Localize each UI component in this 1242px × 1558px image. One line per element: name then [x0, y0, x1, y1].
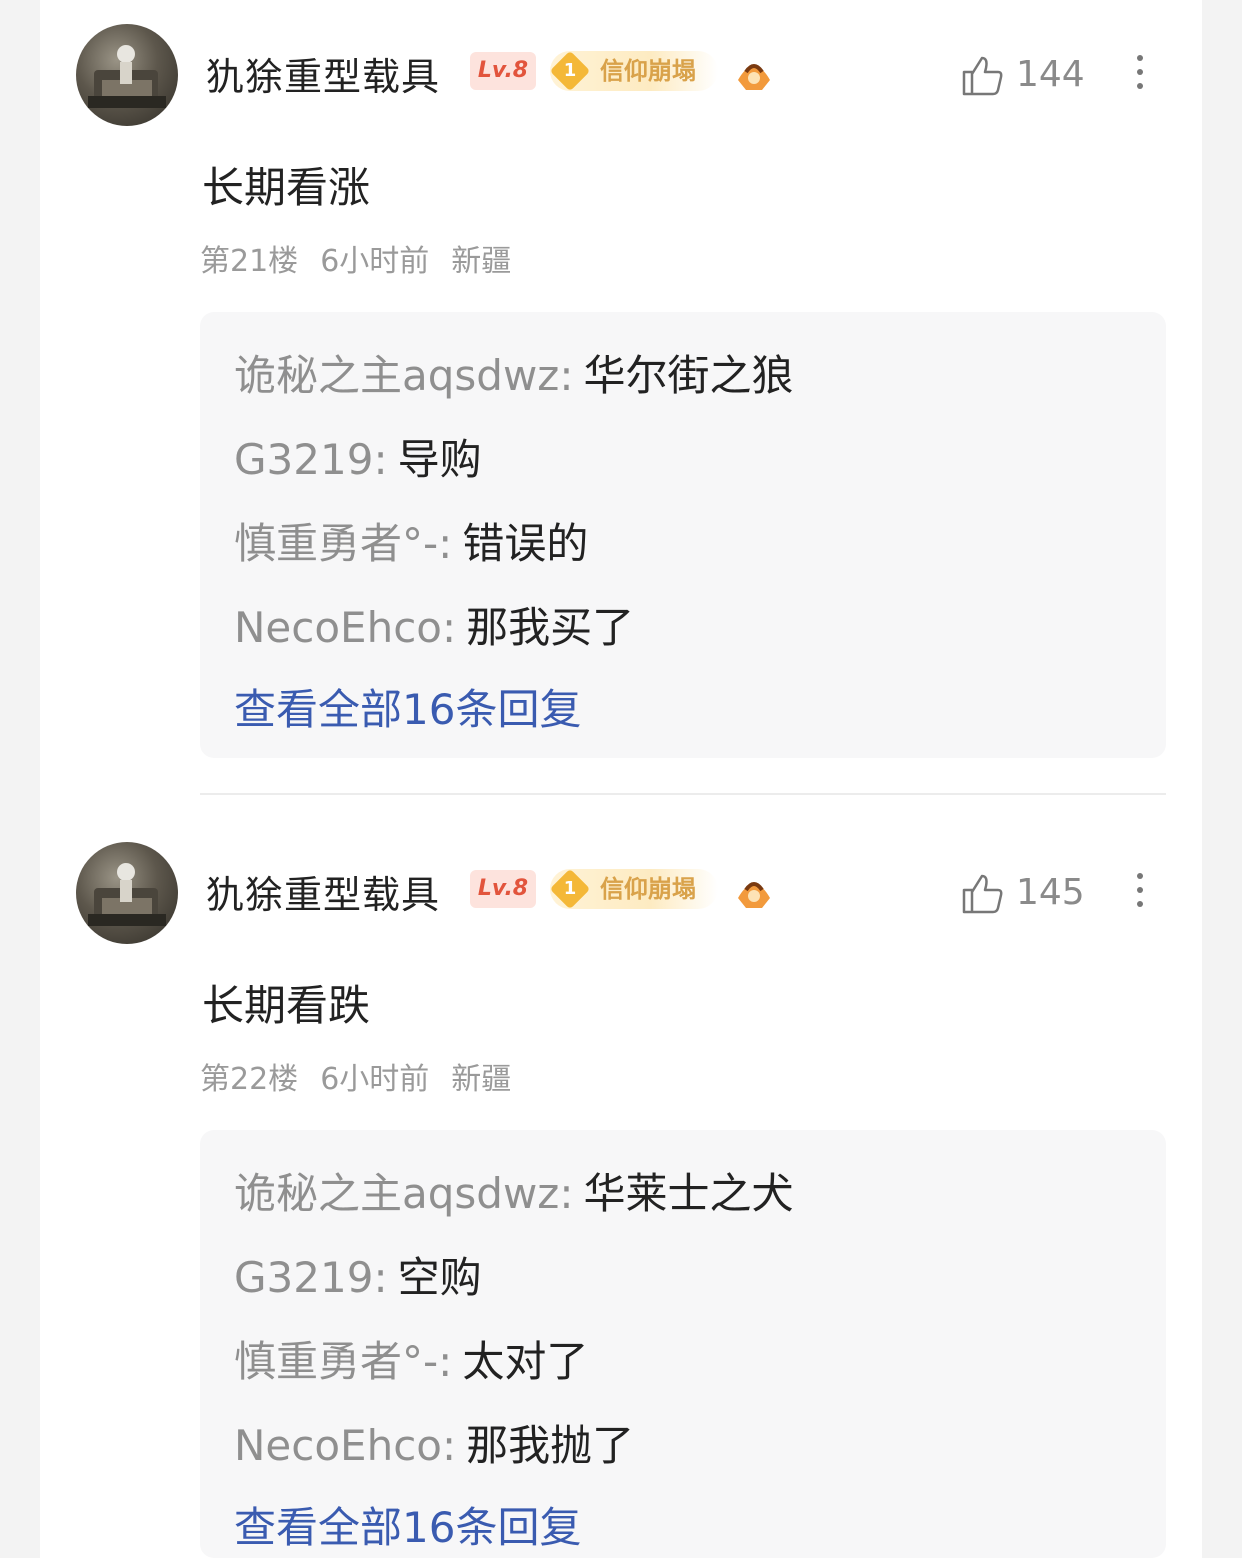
faith-badge[interactable]: 1 信仰崩塌	[549, 868, 718, 910]
faith-badge[interactable]: 1 信仰崩塌	[549, 50, 718, 92]
post-time: 6小时前	[320, 1062, 430, 1097]
reply-item: G3219: 导购	[234, 435, 482, 484]
reply-author[interactable]: NecoEhco	[234, 1421, 442, 1470]
thumbs-up-icon	[962, 874, 1003, 914]
username[interactable]: 犰狳重型载具	[206, 46, 440, 101]
post-time: 6小时前	[320, 244, 430, 279]
reply-item: 慎重勇者°-: 太对了	[234, 1337, 589, 1386]
medal-icon	[738, 64, 770, 90]
level-badge: Lv.8	[470, 870, 536, 908]
comment-meta: 第22楼 6小时前 新疆	[200, 1054, 533, 1098]
reply-author[interactable]: NecoEhco	[234, 603, 442, 652]
like-button[interactable]: 144	[960, 50, 1100, 100]
divider	[200, 793, 1166, 795]
view-all-replies-link[interactable]: 查看全部16条回复	[234, 1494, 581, 1555]
thumbs-up-icon	[962, 56, 1003, 96]
faith-badge-label: 信仰崩塌	[600, 875, 696, 903]
reply-item: 诡秘之主aqsdwz: 华莱士之犬	[234, 1169, 794, 1218]
comment-text: 长期看涨	[202, 163, 371, 212]
level-badge: Lv.8	[470, 52, 536, 90]
username[interactable]: 犰狳重型载具	[206, 864, 440, 919]
floor-number: 第21楼	[200, 244, 299, 279]
reply-item: NecoEhco: 那我抛了	[234, 1421, 635, 1470]
reply-text: 华莱士之犬	[583, 1169, 794, 1218]
comment-text: 长期看跌	[202, 981, 371, 1030]
reply-text: 错误的	[462, 519, 589, 568]
reply-preview-box[interactable]: 诡秘之主aqsdwz: 华尔街之狼 G3219: 导购 慎重勇者°-: 错误的 Nec…	[200, 312, 1166, 758]
like-count: 145	[1016, 872, 1085, 913]
reply-text: 华尔街之狼	[583, 351, 794, 400]
reply-item: NecoEhco: 那我买了	[234, 603, 635, 652]
location: 新疆	[451, 244, 512, 279]
reply-text: 导购	[397, 435, 482, 484]
like-button[interactable]: 145	[960, 868, 1100, 918]
reply-text: 那我抛了	[466, 1421, 635, 1470]
view-all-replies-link[interactable]: 查看全部16条回复	[234, 676, 581, 737]
faith-badge-label: 信仰崩塌	[600, 57, 696, 85]
medal-icon	[738, 882, 770, 908]
reply-author[interactable]: G3219	[234, 1253, 373, 1302]
floor-number: 第22楼	[200, 1062, 299, 1097]
reply-author[interactable]: 诡秘之主aqsdwz	[234, 351, 559, 400]
reply-author[interactable]: G3219	[234, 435, 373, 484]
faith-badge-number: 1	[563, 878, 577, 899]
location: 新疆	[451, 1062, 512, 1097]
reply-text: 太对了	[462, 1337, 589, 1386]
reply-text: 空购	[397, 1253, 482, 1302]
comment-meta: 第21楼 6小时前 新疆	[200, 236, 533, 280]
reply-author[interactable]: 慎重勇者°-	[234, 1337, 438, 1386]
reply-item: G3219: 空购	[234, 1253, 482, 1302]
reply-author[interactable]: 诡秘之主aqsdwz	[234, 1169, 559, 1218]
avatar[interactable]	[76, 24, 178, 126]
reply-preview-box[interactable]: 诡秘之主aqsdwz: 华莱士之犬 G3219: 空购 慎重勇者°-: 太对了 Nec…	[200, 1130, 1166, 1558]
more-vertical-icon[interactable]	[1130, 50, 1150, 100]
reply-text: 那我买了	[466, 603, 635, 652]
reply-item: 诡秘之主aqsdwz: 华尔街之狼	[234, 351, 794, 400]
comment-list: 犰狳重型载具 Lv.8 1 信仰崩塌 144 长期看涨 第21楼 6小时前 新疆 诡	[40, 0, 1202, 1558]
more-vertical-icon[interactable]	[1130, 868, 1150, 918]
like-count: 144	[1016, 54, 1085, 95]
avatar[interactable]	[76, 842, 178, 944]
reply-author[interactable]: 慎重勇者°-	[234, 519, 438, 568]
reply-item: 慎重勇者°-: 错误的	[234, 519, 589, 568]
faith-badge-number: 1	[563, 60, 577, 81]
